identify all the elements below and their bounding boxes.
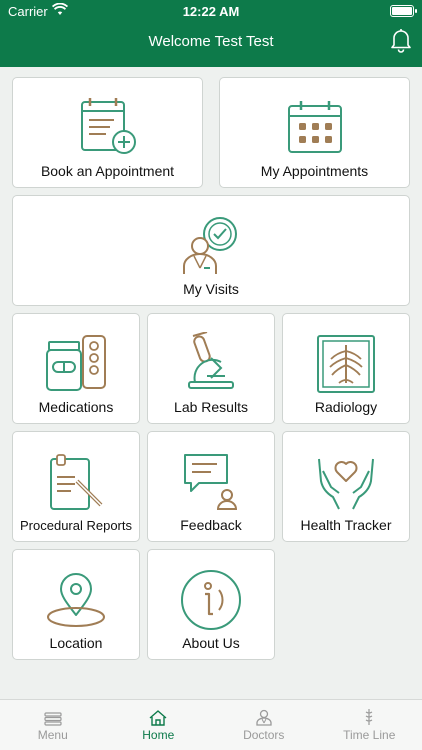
tile-label: My Visits xyxy=(183,281,239,297)
clock: 12:22 AM xyxy=(182,4,240,19)
tile-label: About Us xyxy=(182,635,240,651)
info-icon xyxy=(148,560,274,640)
procedural-reports-icon xyxy=(13,442,139,522)
bell-icon[interactable] xyxy=(389,27,413,58)
tab-label: Home xyxy=(142,728,175,742)
feedback-tile[interactable]: Feedback xyxy=(147,431,275,542)
tab-label: Menu xyxy=(37,728,68,742)
tile-label: Health Tracker xyxy=(300,517,392,533)
location-tile[interactable]: Location xyxy=(12,549,140,660)
tab-timeline[interactable]: Time Line xyxy=(317,700,422,750)
health-tracker-tile[interactable]: Health Tracker xyxy=(282,431,410,542)
tab-menu[interactable]: Menu xyxy=(0,700,106,750)
page-title: Welcome Test Test xyxy=(148,33,274,50)
book-appointment-tile[interactable]: Book an Appointment xyxy=(12,77,203,188)
doctor-visit-icon xyxy=(13,206,409,286)
tab-label: Time Line xyxy=(343,728,396,742)
health-tracker-icon xyxy=(283,442,409,522)
app-header: Carrier 12:22 AM Welcome Test Test xyxy=(0,0,422,67)
lab-results-tile[interactable]: Lab Results xyxy=(147,313,275,424)
status-bar: Carrier 12:22 AM xyxy=(0,0,422,22)
medications-icon xyxy=(13,324,139,404)
doctors-icon xyxy=(211,700,317,726)
tab-bar: Menu Home Doctors Time Line xyxy=(0,699,422,750)
about-us-tile[interactable]: About Us xyxy=(147,549,275,660)
timeline-icon xyxy=(317,700,422,726)
menu-icon xyxy=(0,700,106,726)
tile-label: My Appointments xyxy=(260,163,369,179)
tab-doctors[interactable]: Doctors xyxy=(211,700,317,750)
my-visits-tile[interactable]: My Visits xyxy=(12,195,410,306)
tab-home[interactable]: Home xyxy=(106,700,212,750)
procedural-reports-tile[interactable]: Procedural Reports xyxy=(12,431,140,542)
tile-label: Book an Appointment xyxy=(40,163,175,179)
radiology-tile[interactable]: Radiology xyxy=(282,313,410,424)
my-appointments-tile[interactable]: My Appointments xyxy=(219,77,410,188)
tile-label: Procedural Reports xyxy=(20,518,132,533)
tile-label: Radiology xyxy=(314,399,378,415)
feedback-icon xyxy=(148,442,274,522)
xray-icon xyxy=(283,324,409,404)
tile-label: Location xyxy=(49,635,103,651)
tab-label: Doctors xyxy=(243,728,285,742)
home-icon xyxy=(106,700,212,726)
microscope-icon xyxy=(148,324,274,404)
medications-tile[interactable]: Medications xyxy=(12,313,140,424)
tile-label: Medications xyxy=(38,399,114,415)
calendar-icon xyxy=(220,88,409,168)
book-appointment-icon xyxy=(13,88,202,168)
location-pin-icon xyxy=(13,560,139,640)
tile-label: Feedback xyxy=(180,517,242,533)
tile-label: Lab Results xyxy=(174,399,248,415)
battery-icon xyxy=(390,5,417,17)
